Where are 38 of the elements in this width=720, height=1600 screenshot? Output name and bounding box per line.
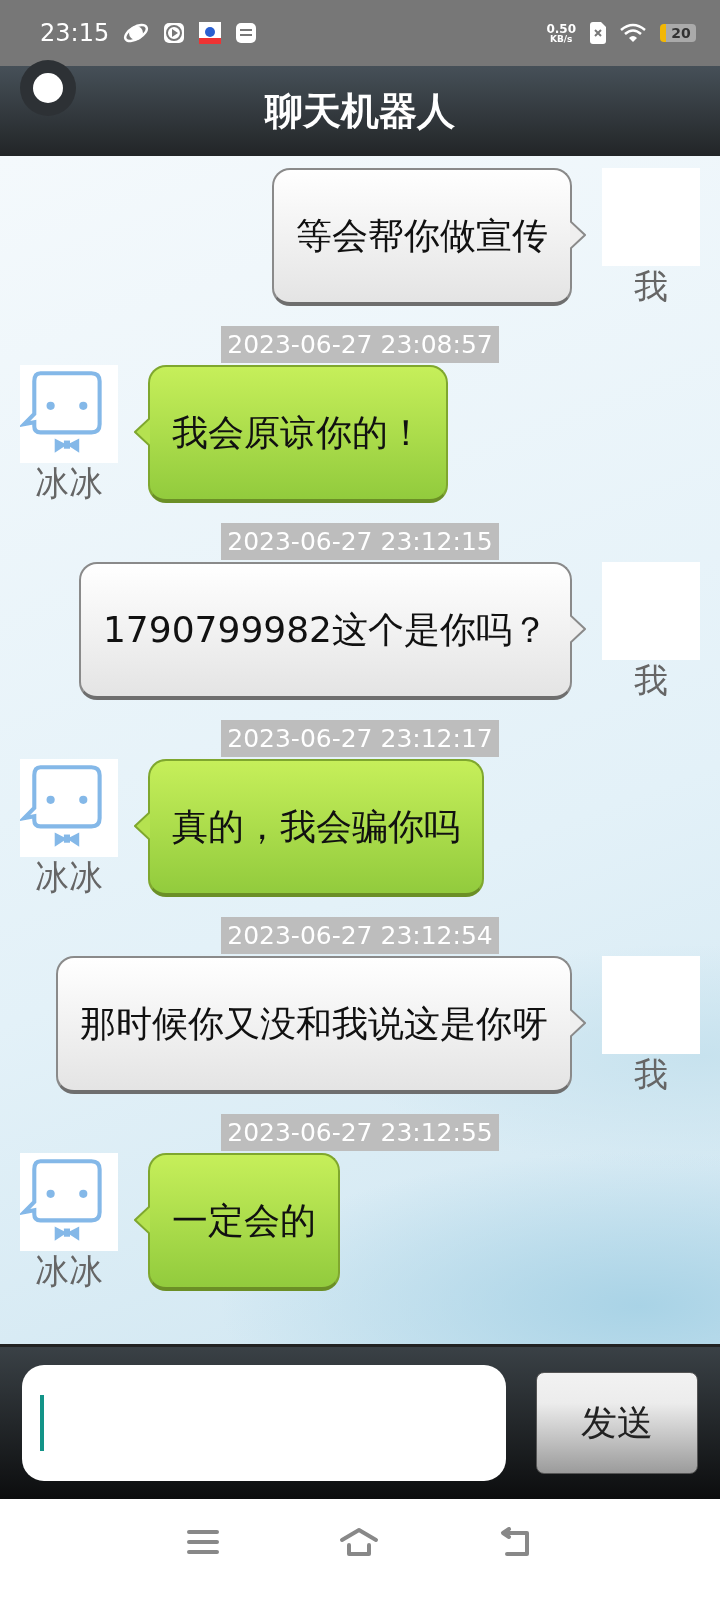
wifi-icon	[620, 23, 646, 43]
sender-name: 我	[634, 266, 668, 306]
bubble-tail	[134, 1205, 150, 1235]
received-message-bubble: 我会原谅你的！	[148, 365, 448, 503]
message-timestamp: 2023-06-27 23:12:54	[221, 917, 499, 954]
bubble-tail	[570, 1008, 586, 1038]
home-icon[interactable]	[339, 1526, 379, 1557]
sender-name: 我	[634, 660, 668, 700]
sender-name: 我	[634, 1054, 668, 1094]
send-button[interactable]: 发送	[536, 1372, 698, 1474]
battery-level: 20	[660, 24, 696, 42]
received-message-bubble: 一定会的	[148, 1153, 340, 1291]
net-speed: 0.50	[546, 22, 576, 35]
message-timestamp: 2023-06-27 23:12:15	[221, 523, 499, 560]
net-speed-unit: KB/s	[549, 34, 573, 44]
received-message-bubble: 真的，我会骗你吗	[148, 759, 484, 897]
message-timestamp: 2023-06-27 23:08:57	[221, 326, 499, 363]
sender-name: 冰冰	[35, 1251, 103, 1291]
play-icon	[163, 22, 186, 44]
bubble-tail	[570, 614, 586, 644]
card-icon	[235, 22, 258, 44]
bubble-tail	[570, 220, 586, 250]
sender-name: 冰冰	[35, 857, 103, 897]
menu-icon[interactable]	[187, 1528, 219, 1555]
message-timestamp: 2023-06-27 23:12:17	[221, 720, 499, 757]
status-time: 23:15	[40, 19, 110, 47]
message-timestamp: 2023-06-27 23:12:55	[221, 1114, 499, 1151]
planet-icon	[123, 22, 150, 44]
bubble-tail	[134, 811, 150, 841]
text-cursor	[40, 1395, 44, 1451]
sent-message-bubble: 1790799982这个是你吗？	[78, 562, 572, 700]
message-input-field[interactable]	[22, 1365, 506, 1481]
no-sim-icon	[590, 22, 606, 44]
bubble-tail	[134, 417, 150, 447]
sent-message-bubble: 那时候你又没和我说这是你呀	[56, 956, 572, 1094]
sent-message-bubble: 等会帮你做宣传	[272, 168, 572, 306]
sender-name: 冰冰	[35, 463, 103, 503]
window-title: 聊天机器人	[265, 87, 455, 135]
